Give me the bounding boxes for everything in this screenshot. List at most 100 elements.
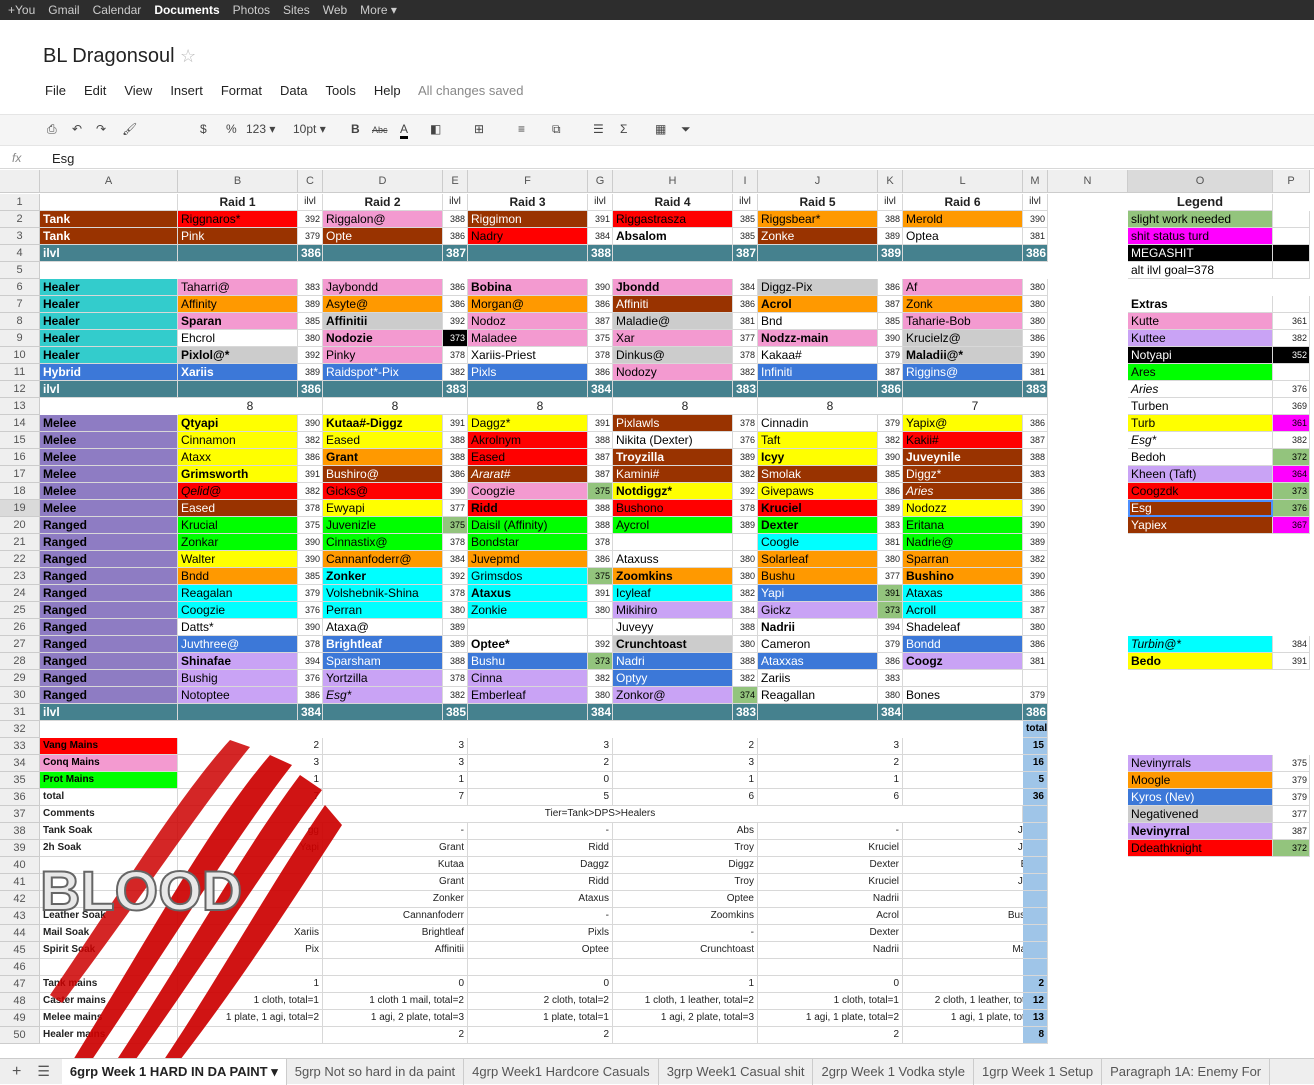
player-name[interactable]: Zonkar <box>178 534 298 551</box>
player-name[interactable]: Pink <box>178 228 298 245</box>
legend-entry[interactable]: MEGASHIT <box>1128 245 1273 262</box>
stat-value[interactable]: Zonker <box>323 891 468 908</box>
player-ilvl[interactable]: 390 <box>1023 517 1048 534</box>
player-name[interactable]: Cinnamon <box>178 432 298 449</box>
player-name[interactable]: Pixlawls <box>613 415 733 432</box>
row-header[interactable]: 45 <box>0 942 40 959</box>
player-ilvl[interactable]: 392 <box>298 211 323 228</box>
ilvl-header[interactable]: ilvl <box>878 194 903 211</box>
raid-header[interactable]: Raid 1 <box>178 194 298 211</box>
player-ilvl[interactable]: 373 <box>588 653 613 670</box>
player-name[interactable]: Bones <box>903 687 1023 704</box>
player-ilvl[interactable]: 392 <box>443 313 468 330</box>
role-label[interactable]: Ranged <box>40 585 178 602</box>
stat-total[interactable]: 16 <box>1023 755 1048 772</box>
stat-value[interactable]: Nadrii <box>758 891 903 908</box>
player-ilvl[interactable]: 392 <box>733 483 758 500</box>
stat-value[interactable]: 2 <box>468 755 613 772</box>
row-header[interactable]: 28 <box>0 653 40 670</box>
row-header[interactable]: 38 <box>0 823 40 840</box>
player-name[interactable]: Ataxx <box>178 449 298 466</box>
menu-insert[interactable]: Insert <box>170 83 203 98</box>
player-ilvl[interactable]: 378 <box>733 500 758 517</box>
raid-header[interactable]: Raid 3 <box>468 194 588 211</box>
stat-value[interactable]: 2 <box>468 1027 613 1044</box>
stat-value[interactable] <box>758 959 903 976</box>
player-name[interactable]: Nodoz <box>468 313 588 330</box>
ilvl-bar[interactable] <box>613 245 733 262</box>
stat-value[interactable] <box>178 959 323 976</box>
player-ilvl[interactable]: 386 <box>298 687 323 704</box>
row-header[interactable]: 33 <box>0 738 40 755</box>
stat-value[interactable] <box>613 959 758 976</box>
stat-value[interactable]: 2 <box>758 755 903 772</box>
player-name[interactable]: Shadeleaf <box>903 619 1023 636</box>
sheet-tab[interactable]: 4grp Week1 Hardcore Casuals <box>464 1058 659 1085</box>
row-header[interactable]: 2 <box>0 211 40 228</box>
player-ilvl[interactable]: 382 <box>298 432 323 449</box>
legend-entry[interactable]: Esg* <box>1128 432 1273 449</box>
column-header-f[interactable]: F <box>468 170 588 193</box>
ilvl-average[interactable]: 383 <box>733 704 758 721</box>
player-ilvl[interactable]: 378 <box>588 534 613 551</box>
stat-value[interactable]: 1 agi, 2 plate, total=3 <box>613 1010 758 1027</box>
font-size-button[interactable]: 10pt ▾ <box>293 122 326 136</box>
player-name[interactable]: Icyleaf <box>613 585 733 602</box>
legend-ilvl[interactable]: 361 <box>1273 313 1310 330</box>
group-count[interactable]: 8 <box>178 398 323 415</box>
ilvl-bar[interactable] <box>468 245 588 262</box>
player-ilvl[interactable]: 388 <box>588 500 613 517</box>
row-header[interactable]: 32 <box>0 721 40 738</box>
stat-value[interactable]: 3 <box>323 738 468 755</box>
player-ilvl[interactable]: 391 <box>298 466 323 483</box>
stat-value[interactable]: 3 <box>613 755 758 772</box>
player-name[interactable]: Givepaws <box>758 483 878 500</box>
role-label[interactable]: Ranged <box>40 568 178 585</box>
column-header-d[interactable]: D <box>323 170 443 193</box>
row-header[interactable]: 15 <box>0 432 40 449</box>
stat-value[interactable]: 3 <box>178 755 323 772</box>
menu-data[interactable]: Data <box>280 83 307 98</box>
raid-header[interactable]: Raid 2 <box>323 194 443 211</box>
player-name[interactable]: Nodozy <box>613 364 733 381</box>
ilvl-bar[interactable] <box>178 245 298 262</box>
stat-value[interactable]: 6 <box>758 789 903 806</box>
stat-label[interactable]: total <box>40 789 178 806</box>
stat-value[interactable]: Dexter <box>758 857 903 874</box>
player-ilvl[interactable]: 387 <box>878 296 903 313</box>
ilvl-bar[interactable] <box>468 381 588 398</box>
ilvl-average[interactable]: 384 <box>588 704 613 721</box>
stat-total[interactable]: 13 <box>1023 1010 1048 1027</box>
player-name[interactable]: Zoomkins <box>613 568 733 585</box>
column-header-i[interactable]: I <box>733 170 758 193</box>
player-ilvl[interactable]: 378 <box>588 347 613 364</box>
sheet-list-icon[interactable]: ☰ <box>33 1063 62 1080</box>
stat-value[interactable]: 5 <box>468 789 613 806</box>
player-ilvl[interactable]: 386 <box>443 296 468 313</box>
player-name[interactable]: Cinnadin <box>758 415 878 432</box>
row-header[interactable]: 5 <box>0 262 40 279</box>
player-name[interactable]: Bndd <box>178 568 298 585</box>
player-name[interactable]: Nikita (Dexter) <box>613 432 733 449</box>
player-name[interactable]: Ewyapi <box>323 500 443 517</box>
topbar-link[interactable]: Calendar <box>93 3 142 17</box>
player-name[interactable]: Riggins@ <box>903 364 1023 381</box>
player-name[interactable]: Gickz <box>758 602 878 619</box>
stat-total[interactable] <box>1023 925 1048 942</box>
ilvl-bar[interactable] <box>758 704 878 721</box>
topbar-link[interactable]: Web <box>323 3 347 17</box>
role-label[interactable]: Melee <box>40 432 178 449</box>
ilvl-average[interactable]: 385 <box>443 704 468 721</box>
player-ilvl[interactable]: 386 <box>588 296 613 313</box>
player-name[interactable]: Shinafae <box>178 653 298 670</box>
stat-value[interactable]: 1 <box>613 976 758 993</box>
player-ilvl[interactable]: 386 <box>878 653 903 670</box>
player-name[interactable]: Merold <box>903 211 1023 228</box>
player-ilvl[interactable]: 385 <box>878 466 903 483</box>
ilvl-header[interactable]: ilvl <box>443 194 468 211</box>
player-name[interactable]: Emberleaf <box>468 687 588 704</box>
stat-value[interactable]: 1 cloth 1 mail, total=2 <box>323 993 468 1010</box>
stat-label[interactable]: Tank mains <box>40 976 178 993</box>
legend-entry[interactable]: Coogzdk <box>1128 483 1273 500</box>
player-ilvl[interactable]: 386 <box>443 279 468 296</box>
